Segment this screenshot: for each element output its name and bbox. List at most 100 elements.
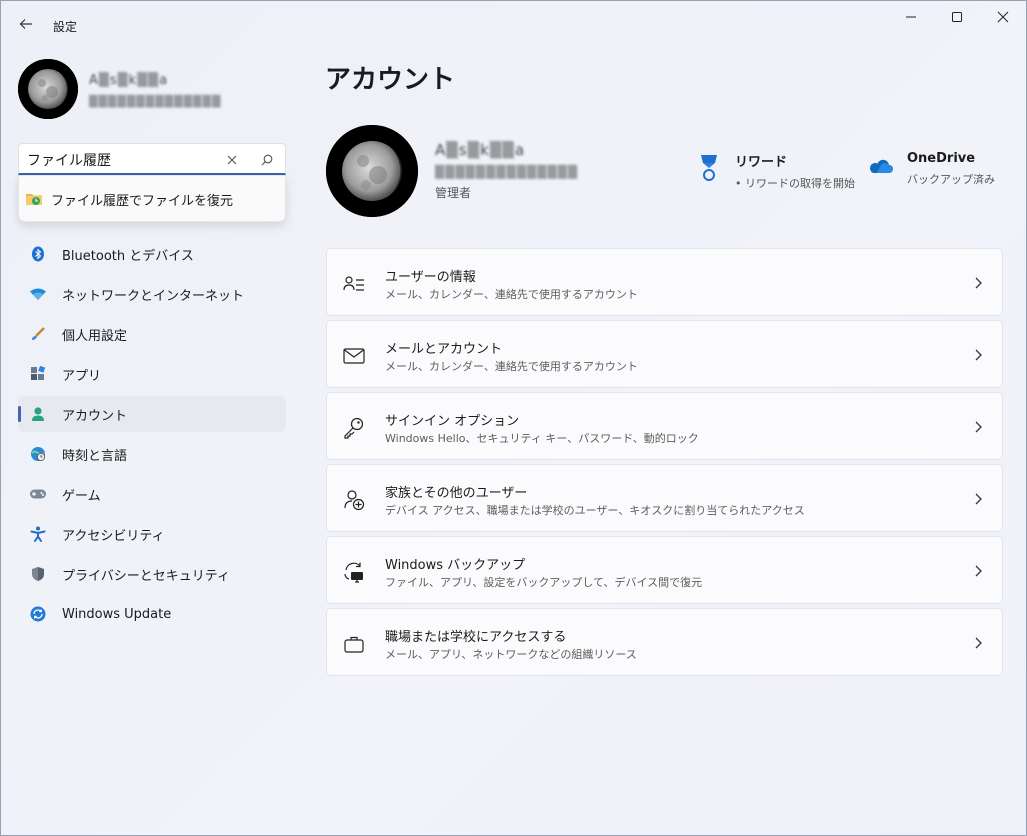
sidebar-item-bluetooth[interactable]: Bluetooth とデバイス xyxy=(18,236,286,272)
chevron-right-icon xyxy=(972,419,984,435)
apps-icon xyxy=(28,364,48,384)
sidebar-item-privacy-security[interactable]: プライバシーとセキュリティ xyxy=(18,556,286,592)
title-bar: 設定 xyxy=(1,1,1026,45)
card-access-work-school[interactable]: 職場または学校にアクセスする メール、アプリ、ネットワークなどの組織リソース xyxy=(326,608,1003,676)
onedrive-subtitle: バックアップ済み xyxy=(907,173,995,186)
maximize-button[interactable] xyxy=(934,1,980,33)
sidebar-item-label: 個人用設定 xyxy=(62,328,128,344)
card-sign-in-options[interactable]: サインイン オプション Windows Hello、セキュリティ キー、パスワー… xyxy=(326,392,1003,460)
suggestion-item[interactable]: ファイル履歴でファイルを復元 xyxy=(25,182,279,216)
card-subtitle: ファイル、アプリ、設定をバックアップして、デバイス間で復元 xyxy=(385,576,703,589)
sidebar-nav: Bluetooth とデバイス ネットワークとインターネット 個人用設定 アプリ… xyxy=(18,236,286,636)
chevron-right-icon xyxy=(972,563,984,579)
close-button[interactable] xyxy=(980,1,1026,33)
card-title: メールとアカウント xyxy=(385,342,503,357)
card-title: ユーザーの情報 xyxy=(385,270,476,285)
account-user-email: ▒▒▒▒▒▒▒▒▒▒▒▒▒▒ xyxy=(435,165,579,179)
user-info-icon xyxy=(343,273,365,295)
onedrive-title: OneDrive xyxy=(907,151,976,166)
briefcase-icon xyxy=(343,633,365,655)
sidebar-item-apps[interactable]: アプリ xyxy=(18,356,286,392)
account-role: 管理者 xyxy=(435,186,472,200)
sidebar-item-windows-update[interactable]: Windows Update xyxy=(18,596,286,632)
sidebar-item-accessibility[interactable]: アクセシビリティ xyxy=(18,516,286,552)
card-subtitle: メール、カレンダー、連絡先で使用するアカウント xyxy=(385,360,638,373)
sidebar-item-label: プライバシーとセキュリティ xyxy=(62,568,230,584)
search-button[interactable] xyxy=(257,150,277,170)
card-subtitle: Windows Hello、セキュリティ キー、パスワード、動的ロック xyxy=(385,432,699,445)
chevron-right-icon xyxy=(972,491,984,507)
moon-avatar-image xyxy=(326,125,418,217)
backup-icon xyxy=(343,561,365,583)
window-controls xyxy=(888,1,1026,33)
card-title: 家族とその他のユーザー xyxy=(385,486,528,501)
sidebar-item-label: ネットワークとインターネット xyxy=(62,288,245,304)
chevron-right-icon xyxy=(972,635,984,651)
close-icon xyxy=(997,11,1009,23)
chevron-right-icon xyxy=(972,347,984,363)
update-icon xyxy=(28,604,48,624)
brush-icon xyxy=(28,324,48,344)
mail-icon xyxy=(343,345,365,367)
card-subtitle: デバイス アクセス、職場または学校のユーザー、キオスクに割り当てられたアクセス xyxy=(385,504,805,517)
onedrive-tile[interactable]: OneDrive バックアップ済み xyxy=(869,151,995,187)
search-box xyxy=(18,143,286,175)
minimize-button[interactable] xyxy=(888,1,934,33)
clear-icon xyxy=(227,155,237,165)
card-title: サインイン オプション xyxy=(385,414,520,429)
card-title: 職場または学校にアクセスする xyxy=(385,630,567,645)
rewards-title: リワード xyxy=(735,155,788,170)
maximize-icon xyxy=(952,12,962,22)
card-subtitle: メール、アプリ、ネットワークなどの組織リソース xyxy=(385,648,637,661)
minimize-icon xyxy=(906,16,916,18)
avatar[interactable] xyxy=(18,59,78,119)
app-title: 設定 xyxy=(53,20,78,34)
sidebar-item-label: Bluetooth とデバイス xyxy=(62,248,194,264)
sidebar-item-accounts[interactable]: アカウント xyxy=(18,396,286,432)
sidebar-item-label: アクセシビリティ xyxy=(62,528,165,544)
sidebar-user-name: A▒s▒k▒▒a xyxy=(89,73,169,88)
account-avatar xyxy=(326,125,418,217)
add-user-icon xyxy=(343,489,365,511)
card-family-other-users[interactable]: 家族とその他のユーザー デバイス アクセス、職場または学校のユーザー、キオスクに… xyxy=(326,464,1003,532)
sidebar-item-personalization[interactable]: 個人用設定 xyxy=(18,316,286,352)
card-subtitle: メール、カレンダー、連絡先で使用するアカウント xyxy=(385,288,638,301)
search-icon xyxy=(261,154,273,166)
shield-icon xyxy=(28,564,48,584)
card-title: Windows バックアップ xyxy=(385,558,526,573)
onedrive-cloud-icon xyxy=(869,159,893,173)
page-title: アカウント xyxy=(325,65,456,95)
card-your-info[interactable]: ユーザーの情報 メール、カレンダー、連絡先で使用するアカウント xyxy=(326,248,1003,316)
account-user-name: A▒s▒k▒▒a xyxy=(435,141,526,159)
bluetooth-icon xyxy=(28,244,48,264)
clear-search-button[interactable] xyxy=(222,150,242,170)
sidebar-item-label: アカウント xyxy=(62,408,128,424)
back-button[interactable] xyxy=(13,11,39,37)
search-suggestions: ファイル履歴でファイルを復元 xyxy=(18,175,286,222)
sidebar-item-label: アプリ xyxy=(62,368,102,384)
sidebar-user-email: ▒▒▒▒▒▒▒▒▒▒▒▒▒▒ xyxy=(89,95,222,108)
chevron-right-icon xyxy=(972,275,984,291)
globe-clock-icon xyxy=(28,444,48,464)
back-arrow-icon xyxy=(19,19,32,29)
wifi-icon xyxy=(28,284,48,304)
key-icon xyxy=(343,417,365,439)
card-windows-backup[interactable]: Windows バックアップ ファイル、アプリ、設定をバックアップして、デバイス… xyxy=(326,536,1003,604)
suggestion-label: ファイル履歴でファイルを復元 xyxy=(51,193,234,209)
card-email-accounts[interactable]: メールとアカウント メール、カレンダー、連絡先で使用するアカウント xyxy=(326,320,1003,388)
settings-window: 設定 A▒s▒k▒▒a ▒▒▒▒▒▒▒▒▒▒▒▒▒▒ ファイル履歴 ファイル履歴… xyxy=(0,0,1027,836)
sidebar-item-label: ゲーム xyxy=(62,488,101,504)
sidebar-item-gaming[interactable]: ゲーム xyxy=(18,476,286,512)
sidebar-item-time-language[interactable]: 時刻と言語 xyxy=(18,436,286,472)
file-history-icon xyxy=(26,194,42,205)
search-input[interactable] xyxy=(27,150,217,170)
accessibility-icon xyxy=(28,524,48,544)
moon-avatar-image xyxy=(18,59,78,119)
account-settings-list: ユーザーの情報 メール、カレンダー、連絡先で使用するアカウント メールとアカウン… xyxy=(326,248,1003,680)
rewards-tile[interactable]: リワード • リワードの取得を開始 xyxy=(697,151,855,191)
account-icon xyxy=(28,404,48,424)
gamepad-icon xyxy=(28,484,48,504)
sidebar-item-label: 時刻と言語 xyxy=(62,448,128,464)
sidebar-item-label: Windows Update xyxy=(62,606,172,622)
sidebar-item-network[interactable]: ネットワークとインターネット xyxy=(18,276,286,312)
